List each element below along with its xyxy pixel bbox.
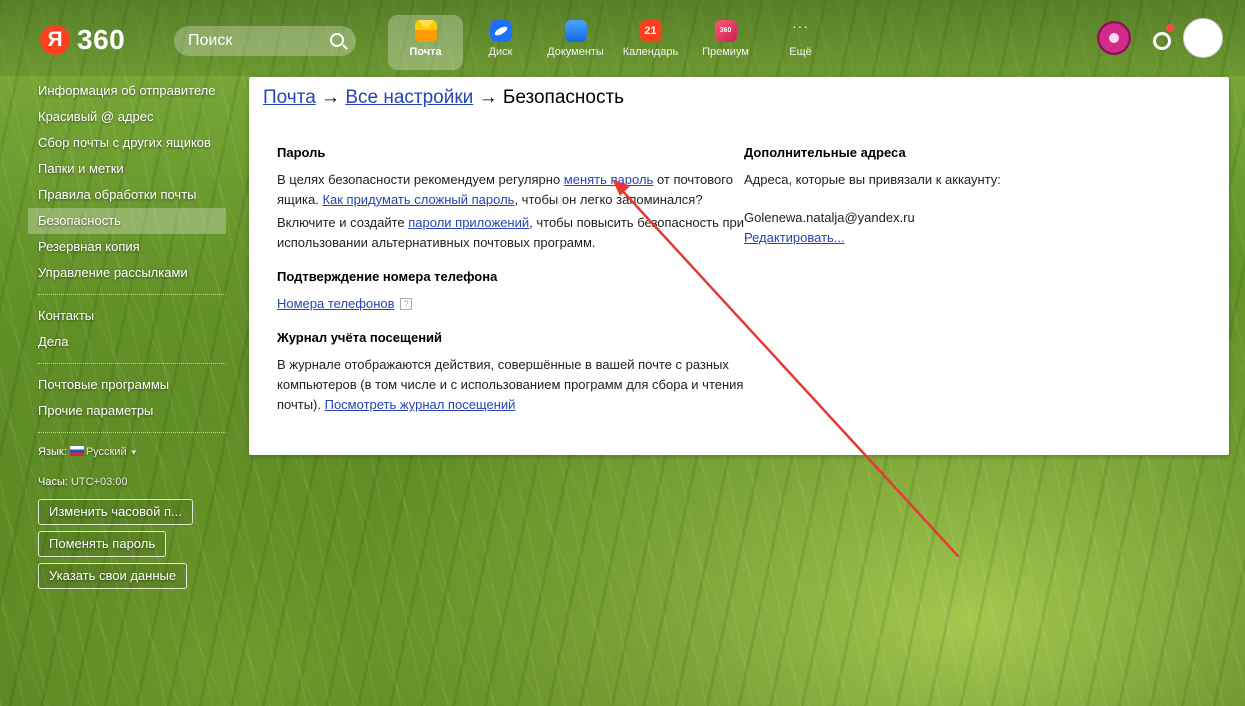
yandex-360-logo[interactable]: Я 360: [40, 25, 125, 55]
extra-addresses-title: Дополнительные адреса: [744, 145, 906, 160]
more-icon: ···: [792, 18, 809, 34]
service-calendar[interactable]: 21 Календарь: [613, 15, 688, 70]
language-select[interactable]: Русский: [86, 446, 127, 458]
russian-flag-icon: [69, 446, 84, 456]
calendar-icon: 21: [639, 20, 662, 42]
journal-title: Журнал учёта посещений: [277, 330, 443, 345]
language-row: Язык: Русский ▼: [28, 441, 226, 463]
journal-section: Журнал учёта посещений В журнале отображ…: [277, 330, 747, 415]
password-title: Пароль: [277, 145, 326, 160]
breadcrumb-separator: →: [478, 87, 498, 108]
phone-numbers-link[interactable]: Номера телефонов: [277, 296, 395, 311]
edit-row: Редактировать...: [744, 228, 1194, 248]
phone-row: Номера телефонов ?: [277, 294, 747, 314]
sidebar-item-mail-clients[interactable]: Почтовые программы: [28, 372, 226, 398]
extra-addresses-text: Адреса, которые вы привязали к аккаунту:: [744, 172, 1001, 187]
change-password-link[interactable]: менять пароль: [564, 172, 654, 187]
clock-label: Часы:: [38, 476, 68, 488]
disk-icon: [489, 20, 512, 42]
sidebar-item-sender-info[interactable]: Информация об отправителе: [28, 78, 226, 104]
settings-sidebar: Информация об отправителе Красивый @ адр…: [28, 78, 226, 589]
service-label: Ещё: [789, 46, 812, 58]
clock-row: Часы: UTC+03:00: [28, 471, 226, 493]
security-left-column: Пароль В целях безопасности рекомендуем …: [277, 145, 747, 431]
service-disk[interactable]: Диск: [463, 15, 538, 70]
search-placeholder: Поиск: [188, 32, 233, 49]
help-icon[interactable]: ?: [400, 298, 413, 310]
sidebar-item-filters[interactable]: Правила обработки почты: [28, 182, 226, 208]
sidebar-item-nice-address[interactable]: Красивый @ адрес: [28, 104, 226, 130]
divider: [38, 363, 226, 364]
phone-section: Подтверждение номера телефона Номера тел…: [277, 269, 747, 314]
sidebar-item-backup[interactable]: Резервная копия: [28, 234, 226, 260]
service-label: Документы: [547, 46, 604, 58]
personal-data-button[interactable]: Указать свои данные: [38, 563, 188, 589]
sidebar-item-security[interactable]: Безопасность: [28, 208, 226, 234]
sidebar-item-todos[interactable]: Дела: [28, 329, 226, 355]
breadcrumb-all-settings-link[interactable]: Все настройки: [345, 87, 473, 108]
strong-password-help-link[interactable]: Как придумать сложный пароль: [322, 192, 514, 207]
page-title: Безопасность: [502, 87, 625, 108]
logo-360-text: 360: [77, 24, 126, 55]
password-text: В целях безопасности рекомендуем регуляр…: [277, 170, 747, 210]
breadcrumb: Почта → Все настройки → Безопасность: [263, 87, 624, 109]
service-label: Почта: [409, 46, 442, 58]
service-mail[interactable]: Почта: [388, 15, 463, 70]
service-label: Диск: [488, 46, 513, 58]
yandex-logo-icon: Я: [40, 25, 70, 55]
language-label: Язык:: [38, 446, 67, 458]
clock-value: UTC+03:00: [70, 476, 128, 488]
extra-address-email: Golenewa.natalja@yandex.ru: [744, 210, 915, 225]
search-input[interactable]: Поиск: [174, 26, 356, 56]
app-passwords-text: Включите и создайте пароли приложений, ч…: [277, 213, 747, 253]
app-passwords-text-part: Включите и создайте: [277, 215, 409, 230]
mail-icon: [414, 20, 437, 42]
password-text-part: , чтобы он легко запоминался?: [514, 192, 703, 207]
change-password-button[interactable]: Поменять пароль: [38, 531, 167, 557]
avatar[interactable]: [1183, 18, 1223, 58]
service-premium[interactable]: 360 Премиум: [688, 15, 763, 70]
sidebar-item-contacts[interactable]: Контакты: [28, 303, 226, 329]
service-label: Календарь: [622, 46, 679, 58]
divider: [38, 294, 226, 295]
password-section: Пароль В целях безопасности рекомендуем …: [277, 145, 747, 253]
top-bar: Я 360 Поиск Почта Диск Документы 21 Кале…: [0, 0, 1245, 76]
change-timezone-button[interactable]: Изменить часовой п...: [38, 499, 193, 525]
sidebar-item-folders[interactable]: Папки и метки: [28, 156, 226, 182]
header-right: [1097, 18, 1223, 58]
password-text-part: В целях безопасности рекомендуем регуляр…: [277, 172, 564, 187]
phone-title: Подтверждение номера телефона: [277, 269, 498, 284]
plus-heart-icon[interactable]: [1097, 21, 1131, 55]
divider: [38, 432, 226, 433]
app-passwords-link[interactable]: пароли приложений: [408, 215, 529, 230]
settings-panel: Почта → Все настройки → Безопасность Пар…: [249, 77, 1229, 455]
extra-addresses-column: Дополнительные адреса Адреса, которые вы…: [744, 145, 1194, 248]
premium-icon: 360: [714, 20, 737, 42]
service-documents[interactable]: Документы: [538, 15, 613, 70]
sidebar-item-subscriptions[interactable]: Управление рассылками: [28, 260, 226, 286]
gear-icon[interactable]: [1149, 24, 1174, 50]
edit-addresses-link[interactable]: Редактировать...: [744, 230, 845, 245]
breadcrumb-separator: →: [321, 87, 341, 108]
chevron-down-icon[interactable]: ▼: [130, 448, 138, 457]
service-label: Премиум: [702, 46, 749, 58]
breadcrumb-mail-link[interactable]: Почта: [263, 87, 316, 108]
documents-icon: [564, 20, 587, 42]
search-icon[interactable]: [330, 33, 344, 47]
sidebar-item-other[interactable]: Прочие параметры: [28, 398, 226, 424]
services-bar: Почта Диск Документы 21 Календарь 360 Пр…: [388, 15, 838, 70]
journal-text: В журнале отображаются действия, совершё…: [277, 355, 747, 415]
sidebar-item-collectors[interactable]: Сбор почты с других ящиков: [28, 130, 226, 156]
view-journal-link[interactable]: Посмотреть журнал посещений: [325, 397, 516, 412]
service-more[interactable]: ··· Ещё: [763, 15, 838, 70]
